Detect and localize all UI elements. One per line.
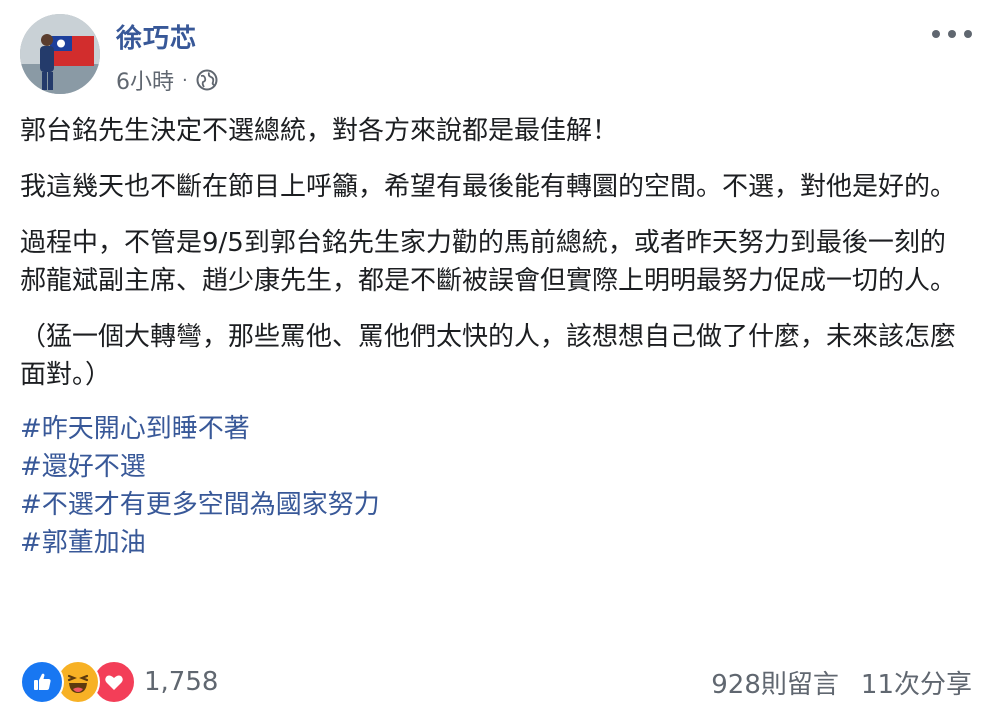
post-timestamp[interactable]: 6小時: [116, 64, 174, 96]
avatar[interactable]: [20, 14, 100, 94]
like-icon: [20, 660, 64, 704]
hashtag-link[interactable]: #郭董加油: [20, 524, 956, 562]
post-paragraph: 我這幾天也不斷在節目上呼籲，希望有最後能有轉圜的空間。不選，對他是好的。: [20, 172, 957, 202]
meta-separator: ·: [182, 69, 188, 91]
more-options-icon[interactable]: [932, 20, 972, 48]
post-header: 徐巧芯 6小時 ·: [20, 14, 972, 104]
globe-icon[interactable]: [196, 69, 218, 91]
reaction-count[interactable]: 1,758: [144, 667, 218, 697]
reactions-summary[interactable]: 1,758: [20, 660, 218, 704]
hashtag-link[interactable]: #還好不選: [20, 448, 956, 486]
author-name[interactable]: 徐巧芯: [116, 18, 197, 55]
post-paragraph: （猛一個大轉彎，那些罵他、罵他們太快的人，該想想自己做了什麼，未來該怎麼面對。）: [20, 322, 957, 390]
hashtag-list: #昨天開心到睡不著 #還好不選 #不選才有更多空間為國家努力 #郭董加油: [20, 410, 956, 562]
hashtag-link[interactable]: #昨天開心到睡不著: [20, 410, 956, 448]
comment-count[interactable]: 928則留言: [711, 664, 839, 701]
post-footer: 1,758 928則留言 11次分享: [20, 660, 972, 704]
share-count[interactable]: 11次分享: [861, 664, 972, 701]
post-meta: 6小時 ·: [116, 64, 218, 96]
post-paragraph: 郭台銘先生決定不選總統，對各方來說都是最佳解！: [20, 116, 619, 146]
post-body: 郭台銘先生決定不選總統，對各方來說都是最佳解！ 我這幾天也不斷在節目上呼籲，希望…: [20, 112, 956, 562]
post-paragraph: 過程中，不管是9/5到郭台銘先生家力勸的馬前總統，或者昨天努力到最後一刻的郝龍斌…: [20, 228, 957, 296]
hashtag-link[interactable]: #不選才有更多空間為國家努力: [20, 486, 956, 524]
post-stats: 928則留言 11次分享: [711, 664, 972, 701]
